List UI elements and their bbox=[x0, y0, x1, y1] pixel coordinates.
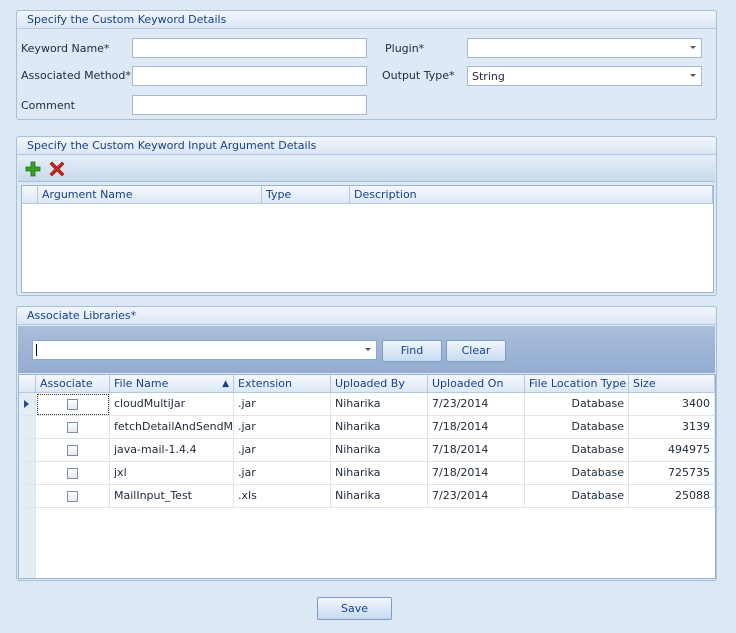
associate-cell bbox=[36, 416, 110, 439]
output-type-label: Output Type* bbox=[382, 69, 455, 82]
uploaded-by-cell: Niharika bbox=[331, 393, 428, 416]
keyword-details-title: Specify the Custom Keyword Details bbox=[17, 11, 716, 29]
column-argument-name[interactable]: Argument Name bbox=[38, 186, 262, 204]
file-location-type-cell: Database bbox=[525, 462, 629, 485]
delete-icon[interactable] bbox=[49, 161, 65, 177]
file-location-type-cell: Database bbox=[525, 416, 629, 439]
size-cell: 25088 bbox=[629, 485, 715, 508]
associated-method-input[interactable] bbox=[132, 66, 367, 86]
column-file-name[interactable]: File Name ▲ bbox=[110, 375, 234, 393]
file-name-cell: java-mail-1.4.4 bbox=[110, 439, 234, 462]
associate-cell bbox=[36, 485, 110, 508]
associate-cell bbox=[36, 439, 110, 462]
uploaded-on-cell: 7/23/2014 bbox=[428, 393, 525, 416]
size-cell: 3400 bbox=[629, 393, 715, 416]
row-header-cell bbox=[19, 416, 36, 439]
arguments-group: Specify the Custom Keyword Input Argumen… bbox=[16, 136, 717, 296]
uploaded-by-cell: Niharika bbox=[331, 439, 428, 462]
output-type-select[interactable]: String bbox=[467, 66, 702, 86]
libraries-title: Associate Libraries* bbox=[17, 307, 716, 325]
column-size[interactable]: Size bbox=[629, 375, 715, 393]
extension-cell: .jar bbox=[234, 439, 331, 462]
associate-checkbox[interactable] bbox=[67, 422, 78, 433]
plugin-select[interactable] bbox=[467, 38, 702, 58]
associate-checkbox[interactable] bbox=[67, 399, 78, 410]
plugin-label: Plugin* bbox=[385, 42, 425, 55]
clear-button[interactable]: Clear bbox=[446, 340, 506, 362]
file-name-cell: fetchDetailAndSendMail bbox=[110, 416, 234, 439]
file-name-cell: jxl bbox=[110, 462, 234, 485]
libraries-group: Associate Libraries* Find Clear Associat… bbox=[16, 306, 717, 581]
keyword-name-label: Keyword Name* bbox=[21, 42, 110, 55]
comment-input[interactable] bbox=[132, 95, 367, 115]
file-location-type-cell: Database bbox=[525, 439, 629, 462]
uploaded-on-cell: 7/18/2014 bbox=[428, 462, 525, 485]
arguments-grid: Argument Name Type Description bbox=[21, 185, 714, 293]
extension-cell: .xls bbox=[234, 485, 331, 508]
plus-icon[interactable] bbox=[25, 161, 41, 177]
associate-checkbox[interactable] bbox=[67, 491, 78, 502]
extension-cell: .jar bbox=[234, 462, 331, 485]
uploaded-by-cell: Niharika bbox=[331, 485, 428, 508]
file-name-cell: MailInput_Test bbox=[110, 485, 234, 508]
uploaded-by-cell: Niharika bbox=[331, 416, 428, 439]
arguments-row-header-cell bbox=[22, 186, 38, 204]
libraries-row-header-cell bbox=[19, 375, 36, 393]
column-uploaded-on[interactable]: Uploaded On bbox=[428, 375, 525, 393]
file-location-type-cell: Database bbox=[525, 393, 629, 416]
column-extension[interactable]: Extension bbox=[234, 375, 331, 393]
row-header-cell bbox=[19, 485, 36, 508]
uploaded-on-cell: 7/18/2014 bbox=[428, 439, 525, 462]
keyword-name-input[interactable] bbox=[132, 38, 367, 58]
column-associate[interactable]: Associate bbox=[36, 375, 110, 393]
sort-ascending-icon: ▲ bbox=[222, 379, 229, 389]
extension-cell: .jar bbox=[234, 393, 331, 416]
row-header-cell bbox=[19, 393, 36, 416]
column-file-name-label: File Name bbox=[114, 377, 169, 390]
libraries-search-bar: Find Clear bbox=[18, 326, 715, 373]
row-header-cell bbox=[19, 439, 36, 462]
library-search-input[interactable] bbox=[32, 340, 377, 360]
associate-checkbox[interactable] bbox=[67, 468, 78, 479]
size-cell: 725735 bbox=[629, 462, 715, 485]
size-cell: 494975 bbox=[629, 439, 715, 462]
keyword-details-group: Specify the Custom Keyword Details Keywo… bbox=[16, 10, 717, 120]
column-description[interactable]: Description bbox=[350, 186, 713, 204]
arguments-title: Specify the Custom Keyword Input Argumen… bbox=[17, 137, 716, 155]
uploaded-on-cell: 7/18/2014 bbox=[428, 416, 525, 439]
chevron-down-icon[interactable] bbox=[690, 46, 696, 49]
associated-method-label: Associated Method* bbox=[21, 69, 131, 82]
chevron-down-icon[interactable] bbox=[690, 74, 696, 77]
libraries-grid: Associate File Name ▲ Extension Uploaded… bbox=[18, 374, 716, 579]
associate-cell bbox=[36, 393, 110, 416]
comment-label: Comment bbox=[21, 99, 75, 112]
uploaded-by-cell: Niharika bbox=[331, 462, 428, 485]
row-header-cell bbox=[19, 462, 36, 485]
size-cell: 3139 bbox=[629, 416, 715, 439]
text-caret bbox=[36, 344, 37, 356]
find-button[interactable]: Find bbox=[382, 340, 442, 362]
file-name-cell: cloudMultiJar bbox=[110, 393, 234, 416]
current-row-indicator-icon bbox=[24, 400, 29, 408]
chevron-down-icon[interactable] bbox=[365, 348, 371, 351]
associate-cell bbox=[36, 462, 110, 485]
file-location-type-cell: Database bbox=[525, 485, 629, 508]
arguments-toolbar bbox=[18, 156, 715, 182]
extension-cell: .jar bbox=[234, 416, 331, 439]
column-uploaded-by[interactable]: Uploaded By bbox=[331, 375, 428, 393]
column-file-location-type[interactable]: File Location Type bbox=[525, 375, 629, 393]
row-header-strip bbox=[19, 508, 36, 578]
output-type-select-value: String bbox=[472, 70, 505, 83]
associate-checkbox[interactable] bbox=[67, 445, 78, 456]
column-type[interactable]: Type bbox=[262, 186, 350, 204]
uploaded-on-cell: 7/23/2014 bbox=[428, 485, 525, 508]
save-button[interactable]: Save bbox=[317, 597, 392, 620]
